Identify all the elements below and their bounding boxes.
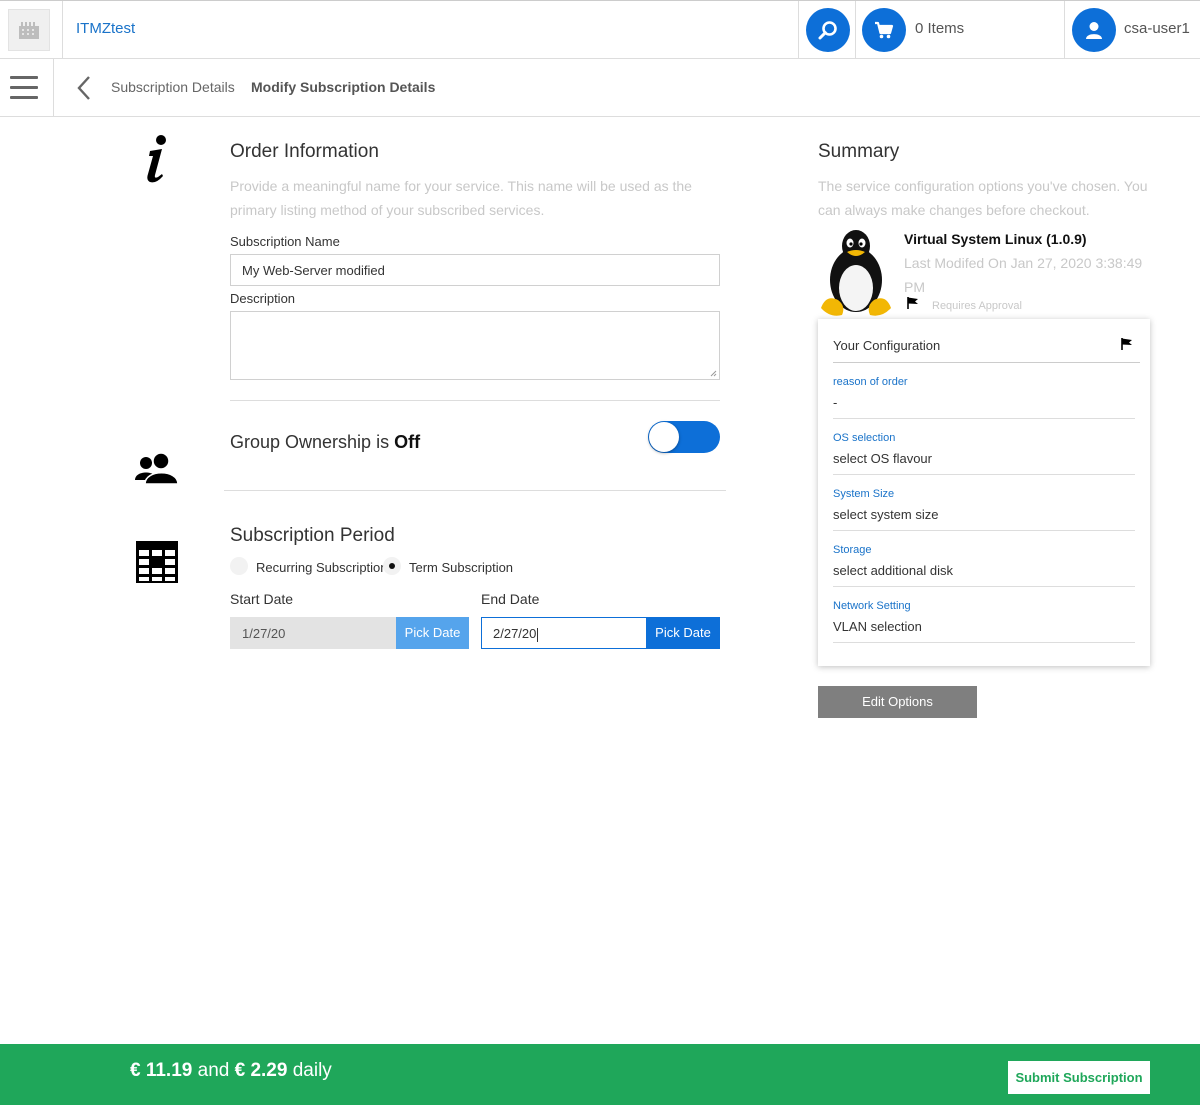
config-divider: [833, 362, 1140, 363]
config-value-reason: -: [833, 395, 838, 410]
config-key-storage: Storage: [833, 544, 872, 556]
flag-icon: [907, 297, 918, 309]
cart-icon: [875, 21, 894, 39]
order-info-help: primary listing method of your subscribe…: [230, 202, 545, 218]
calendar-icon: [136, 541, 178, 583]
product-name: Virtual System Linux (1.0.9): [904, 231, 1087, 247]
section-divider: [230, 400, 720, 401]
summary-help: can always make changes before checkout.: [818, 202, 1090, 218]
tenant-logo[interactable]: [8, 9, 50, 51]
term-subscription-label[interactable]: Term Subscription: [409, 560, 513, 575]
search-button[interactable]: [806, 8, 850, 52]
menu-icon[interactable]: [10, 76, 38, 100]
configuration-card: Your Configuration reason of order - OS …: [818, 319, 1150, 666]
recurring-subscription-label[interactable]: Recurring Subscription: [256, 560, 388, 575]
config-divider: [833, 530, 1135, 531]
product-last-modified: Last Modifed On Jan 27, 2020 3:38:49 PM: [904, 255, 1143, 295]
section-divider: [224, 490, 726, 491]
requires-approval-label: Requires Approval: [932, 300, 1022, 312]
order-info-help: Provide a meaningful name for your servi…: [230, 178, 692, 194]
building-icon: [19, 22, 39, 39]
group-ownership-toggle[interactable]: [648, 421, 720, 453]
configuration-title: Your Configuration: [833, 338, 941, 353]
config-divider: [833, 418, 1135, 419]
end-date-label: End Date: [481, 591, 540, 607]
cart-count[interactable]: 0 Items: [915, 20, 964, 37]
config-divider: [833, 586, 1135, 587]
breadcrumb-previous[interactable]: Subscription Details: [111, 79, 235, 95]
description-field[interactable]: [230, 311, 720, 380]
footer-bar: € 11.19 and € 2.29 daily Submit Subscrip…: [0, 1044, 1200, 1105]
header-divider: [798, 1, 799, 59]
summary-help: The service configuration options you've…: [818, 178, 1148, 194]
start-date-pick-button[interactable]: Pick Date: [396, 617, 469, 649]
header-divider: [1064, 1, 1065, 59]
description-label: Description: [230, 291, 296, 306]
subscription-period-title: Subscription Period: [230, 525, 395, 546]
tenant-name[interactable]: ITMZtest: [76, 20, 135, 37]
page-title: Modify Subscription Details: [251, 79, 436, 95]
cart-button[interactable]: [862, 8, 906, 52]
config-value-storage: select additional disk: [833, 563, 953, 578]
user-name[interactable]: csa-user1: [1124, 20, 1190, 37]
linux-penguin-icon: [821, 230, 891, 316]
config-value-network: VLAN selection: [833, 619, 922, 634]
top-header: ITMZtest 0 Items csa-user1: [0, 0, 1200, 59]
config-key-os: OS selection: [833, 432, 896, 444]
user-avatar[interactable]: [1072, 8, 1116, 52]
end-date-pick-button[interactable]: Pick Date: [646, 617, 720, 649]
toggle-knob: [649, 422, 679, 452]
resize-grip-icon[interactable]: [710, 370, 717, 377]
breadcrumb: Subscription Details Modify Subscription…: [0, 59, 1200, 117]
edit-options-button[interactable]: Edit Options: [818, 686, 977, 718]
subscription-name-input[interactable]: [230, 254, 720, 286]
info-icon: [147, 135, 166, 183]
price-summary: € 11.19 and € 2.29 daily: [130, 1060, 332, 1081]
start-date-input: 1/27/20: [230, 617, 396, 649]
subscription-name-label: Subscription Name: [230, 234, 340, 249]
recurring-subscription-radio[interactable]: [230, 557, 248, 575]
search-icon: [818, 21, 837, 40]
config-key-size: System Size: [833, 488, 895, 500]
term-subscription-radio[interactable]: [383, 557, 401, 575]
group-ownership-state: Off: [394, 432, 421, 452]
end-date-input[interactable]: 2/27/20: [481, 617, 647, 649]
submit-subscription-button[interactable]: Submit Subscription: [1008, 1061, 1150, 1094]
config-key-network: Network Setting: [833, 600, 911, 612]
group-ownership-label: Group Ownership is Off: [230, 432, 421, 452]
breadcrumb-divider: [53, 59, 54, 117]
group-icon: [135, 452, 179, 485]
config-value-size: select system size: [833, 507, 939, 522]
config-divider: [833, 474, 1135, 475]
header-divider: [855, 1, 856, 59]
start-date-label: Start Date: [230, 591, 294, 607]
user-icon: [1086, 22, 1102, 39]
chevron-left-icon[interactable]: [74, 73, 94, 103]
header-divider: [62, 1, 63, 59]
order-info-title: Order Information: [230, 141, 379, 162]
config-value-os: select OS flavour: [833, 451, 932, 466]
summary-title: Summary: [818, 141, 900, 162]
flag-icon: [1121, 338, 1132, 350]
config-key-reason: reason of order: [833, 376, 908, 388]
config-divider: [833, 642, 1135, 643]
